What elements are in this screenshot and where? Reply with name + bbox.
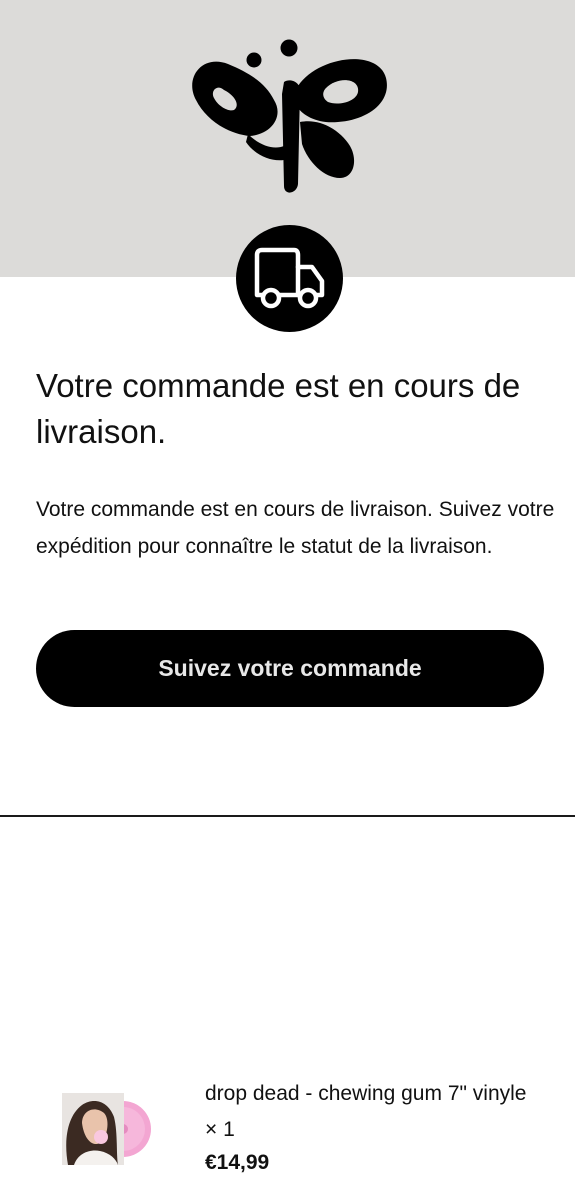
delivery-message: Votre commande est en cours de livraison… [36, 498, 555, 558]
delivery-truck-icon [254, 247, 325, 309]
track-order-button[interactable]: Suivez votre commande [36, 630, 544, 707]
delivery-status-badge [236, 225, 343, 332]
product-thumbnail [60, 1093, 151, 1165]
butterfly-logo-icon [192, 39, 387, 193]
section-divider [0, 815, 575, 817]
order-item: drop dead - chewing gum 7" vinyle × 1 €1… [205, 1076, 535, 1178]
product-price: €14,99 [205, 1151, 270, 1174]
product-name: drop dead - chewing gum 7" vinyle × 1 [205, 1082, 527, 1141]
page-title: Votre commande est en cours de livraison… [36, 367, 521, 450]
